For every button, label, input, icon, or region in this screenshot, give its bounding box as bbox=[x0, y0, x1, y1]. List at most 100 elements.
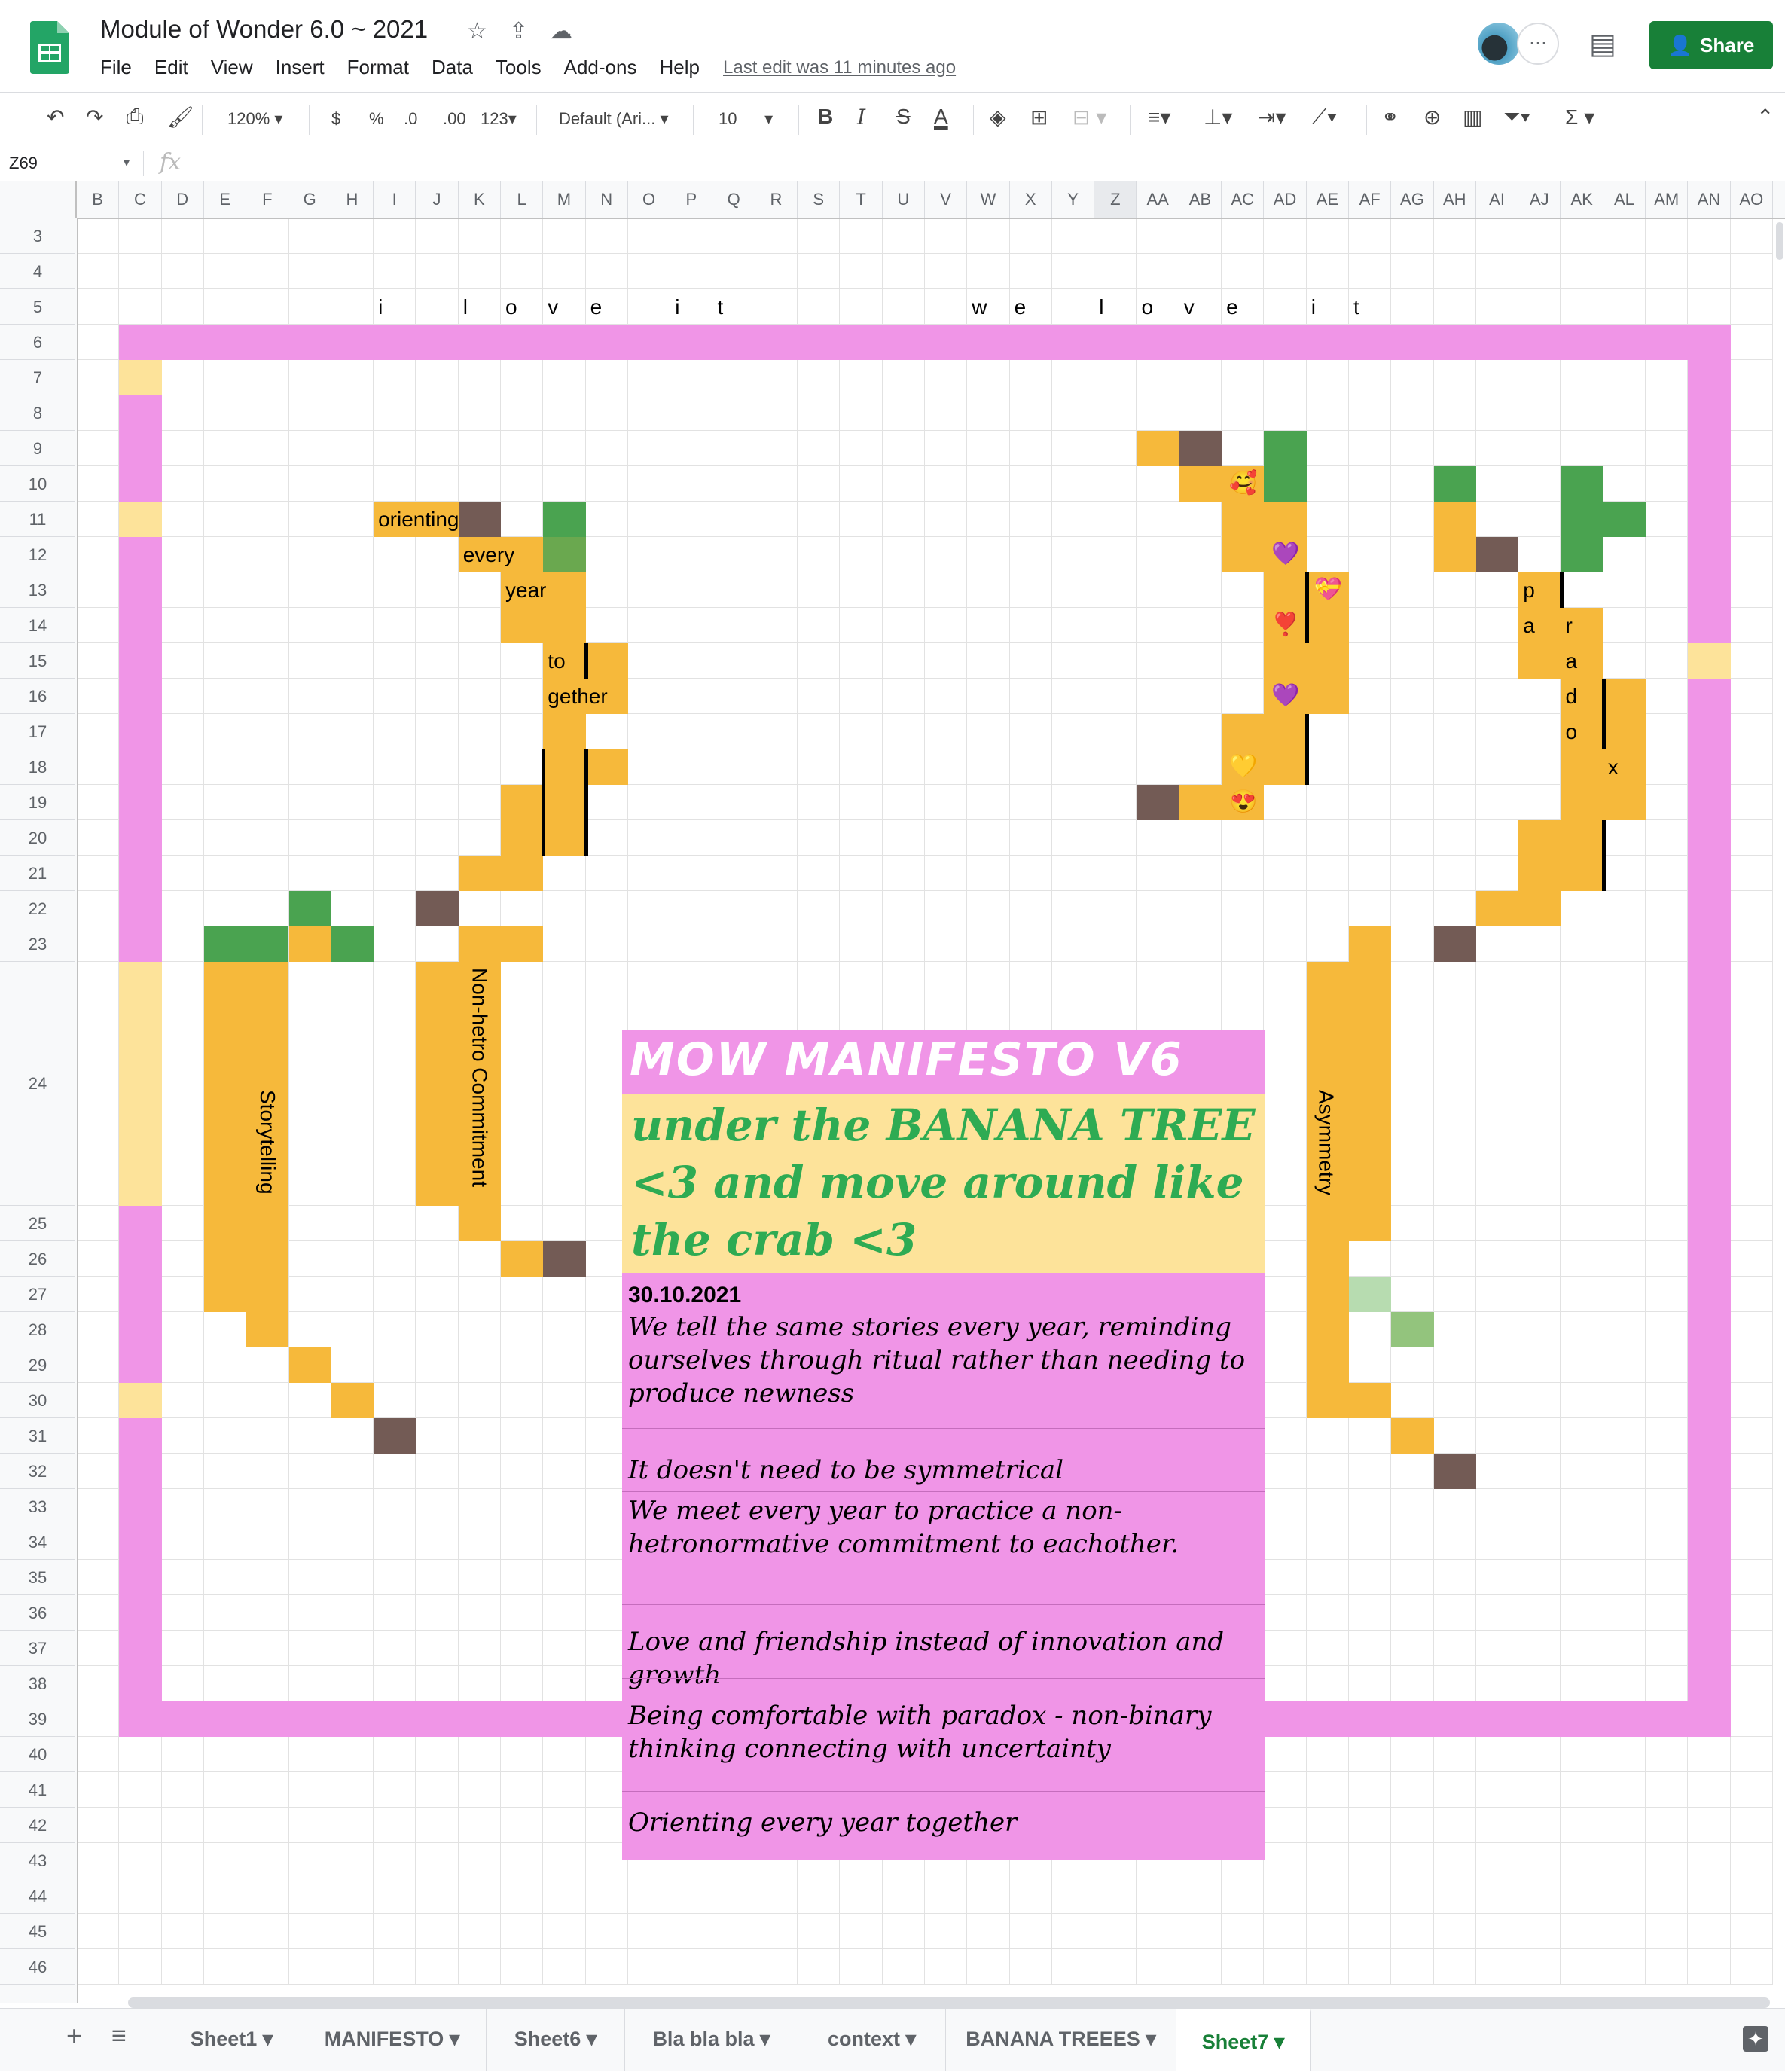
cloud-status-icon[interactable]: ☁ bbox=[550, 18, 572, 44]
column-header[interactable]: K bbox=[459, 181, 501, 218]
row-header[interactable]: 28 bbox=[0, 1312, 75, 1347]
document-title[interactable]: Module of Wonder 6.0 ~ 2021 bbox=[100, 15, 428, 44]
share-button[interactable]: 👤 Share bbox=[1649, 21, 1773, 69]
leaf-cell[interactable] bbox=[1264, 431, 1307, 502]
horizontal-scrollbar[interactable] bbox=[128, 1997, 1770, 2008]
trunk-cell[interactable] bbox=[416, 962, 459, 1206]
column-header[interactable]: AE bbox=[1307, 181, 1349, 218]
row-header[interactable]: 25 bbox=[0, 1206, 75, 1241]
branch-cell[interactable] bbox=[1433, 502, 1476, 572]
row-header[interactable]: 41 bbox=[0, 1772, 75, 1808]
branch-cell[interactable] bbox=[1475, 891, 1561, 926]
anonymous-user-icon[interactable]: ⋯ bbox=[1517, 23, 1559, 65]
column-header[interactable]: C bbox=[119, 181, 162, 218]
column-header[interactable]: AH bbox=[1434, 181, 1476, 218]
column-header[interactable]: Q bbox=[713, 181, 755, 218]
branch-cell[interactable] bbox=[1518, 820, 1603, 891]
column-header[interactable]: AA bbox=[1137, 181, 1179, 218]
print-icon[interactable]: ⎙ bbox=[127, 105, 143, 130]
select-all-corner[interactable] bbox=[0, 181, 77, 218]
trunk-cell[interactable] bbox=[374, 1418, 416, 1454]
column-header[interactable]: I bbox=[374, 181, 416, 218]
row-header[interactable]: 32 bbox=[0, 1454, 75, 1489]
row-header[interactable]: 14 bbox=[0, 608, 75, 643]
menu-tools[interactable]: Tools bbox=[496, 56, 542, 79]
column-header[interactable]: W bbox=[967, 181, 1010, 218]
all-sheets-menu-icon[interactable]: ≡ bbox=[111, 2022, 127, 2051]
row-header[interactable]: 9 bbox=[0, 431, 75, 466]
trunk-cell[interactable] bbox=[1349, 926, 1392, 1241]
branch-cell[interactable] bbox=[543, 714, 586, 749]
trunk-cell[interactable] bbox=[203, 1277, 289, 1312]
column-header[interactable]: AK bbox=[1561, 181, 1603, 218]
row-header[interactable]: 34 bbox=[0, 1524, 75, 1560]
row-header[interactable]: 17 bbox=[0, 714, 75, 749]
frame-light-cell[interactable] bbox=[119, 502, 162, 537]
text-wrapping-icon[interactable]: ⇥▾ bbox=[1258, 105, 1286, 130]
trunk-cell[interactable] bbox=[1391, 1418, 1434, 1454]
branch-cell[interactable] bbox=[416, 891, 459, 926]
currency-button[interactable]: $ bbox=[331, 109, 340, 129]
decrease-decimal-button[interactable]: .0 bbox=[404, 109, 417, 129]
row-header[interactable]: 13 bbox=[0, 572, 75, 608]
tab-bla-bla-bla[interactable]: Bla bla bla ▾ bbox=[625, 2009, 798, 2071]
row-header[interactable]: 38 bbox=[0, 1666, 75, 1701]
row-header[interactable]: 24 bbox=[0, 962, 75, 1206]
name-box[interactable]: Z69 bbox=[9, 154, 38, 173]
percent-button[interactable]: % bbox=[369, 109, 384, 129]
vertical-align-icon[interactable]: ⊥▾ bbox=[1204, 105, 1232, 130]
frame-light-cell[interactable] bbox=[119, 360, 162, 395]
paint-format-icon[interactable]: 🖌 bbox=[167, 105, 194, 130]
leaf-cell[interactable] bbox=[1391, 1312, 1434, 1347]
trunk-cell[interactable] bbox=[501, 1241, 544, 1277]
tab-manifesto[interactable]: MANIFESTO ▾ bbox=[298, 2009, 487, 2071]
column-header[interactable]: Y bbox=[1052, 181, 1095, 218]
frame-light-cell[interactable] bbox=[119, 1383, 162, 1418]
row-header[interactable]: 29 bbox=[0, 1347, 75, 1383]
row-header[interactable]: 6 bbox=[0, 325, 75, 360]
menu-edit[interactable]: Edit bbox=[154, 56, 188, 79]
sheets-logo-icon[interactable] bbox=[30, 21, 69, 74]
font-select[interactable]: Default (Ari... ▾ bbox=[559, 109, 669, 129]
column-header[interactable]: AC bbox=[1222, 181, 1265, 218]
trunk-cell[interactable] bbox=[1349, 1383, 1392, 1418]
column-header[interactable]: E bbox=[204, 181, 247, 218]
column-header[interactable]: AL bbox=[1603, 181, 1646, 218]
menu-data[interactable]: Data bbox=[432, 56, 473, 79]
insert-comment-icon[interactable]: ⊕ bbox=[1423, 105, 1441, 130]
column-header[interactable]: S bbox=[798, 181, 841, 218]
row-header[interactable]: 43 bbox=[0, 1843, 75, 1878]
row-header[interactable]: 33 bbox=[0, 1489, 75, 1524]
borders-icon[interactable]: ⊞ bbox=[1030, 105, 1048, 130]
column-header[interactable]: R bbox=[755, 181, 798, 218]
row-header[interactable]: 42 bbox=[0, 1808, 75, 1843]
leaf-cell[interactable] bbox=[203, 926, 289, 962]
column-header[interactable]: D bbox=[162, 181, 204, 218]
branch-cell[interactable] bbox=[458, 856, 544, 891]
row-header[interactable]: 39 bbox=[0, 1701, 75, 1737]
add-sheet-button[interactable]: + bbox=[66, 2020, 82, 2052]
row-header[interactable]: 18 bbox=[0, 749, 75, 785]
menu-view[interactable]: View bbox=[211, 56, 253, 79]
row-header[interactable]: 31 bbox=[0, 1418, 75, 1454]
filter-icon[interactable]: ⏷▾ bbox=[1503, 105, 1530, 130]
comment-history-icon[interactable]: ▤ bbox=[1589, 27, 1616, 61]
row-header[interactable]: 40 bbox=[0, 1737, 75, 1772]
leaf-cell[interactable] bbox=[543, 502, 586, 537]
tab-sheet6[interactable]: Sheet6 ▾ bbox=[487, 2009, 625, 2071]
bold-button[interactable]: B bbox=[818, 105, 833, 129]
row-header[interactable]: 36 bbox=[0, 1595, 75, 1631]
leaf-cell[interactable] bbox=[1603, 502, 1646, 537]
strikethrough-button[interactable]: S bbox=[896, 105, 911, 129]
branch-cell[interactable] bbox=[458, 926, 544, 962]
trunk-cell[interactable] bbox=[1433, 1454, 1476, 1489]
row-header[interactable]: 44 bbox=[0, 1878, 75, 1914]
undo-icon[interactable]: ↶ bbox=[47, 105, 64, 130]
menu-file[interactable]: File bbox=[100, 56, 132, 79]
move-to-drive-icon[interactable]: ⇪ bbox=[509, 18, 528, 44]
more-formats-button[interactable]: 123▾ bbox=[481, 109, 517, 129]
manifesto-box[interactable]: MOW MANIFESTO V6 under the BANANA TREE <… bbox=[622, 1030, 1265, 1860]
row-header[interactable]: 10 bbox=[0, 466, 75, 502]
merge-cells-icon[interactable]: ⊟ ▾ bbox=[1073, 105, 1106, 130]
row-header[interactable]: 45 bbox=[0, 1914, 75, 1949]
